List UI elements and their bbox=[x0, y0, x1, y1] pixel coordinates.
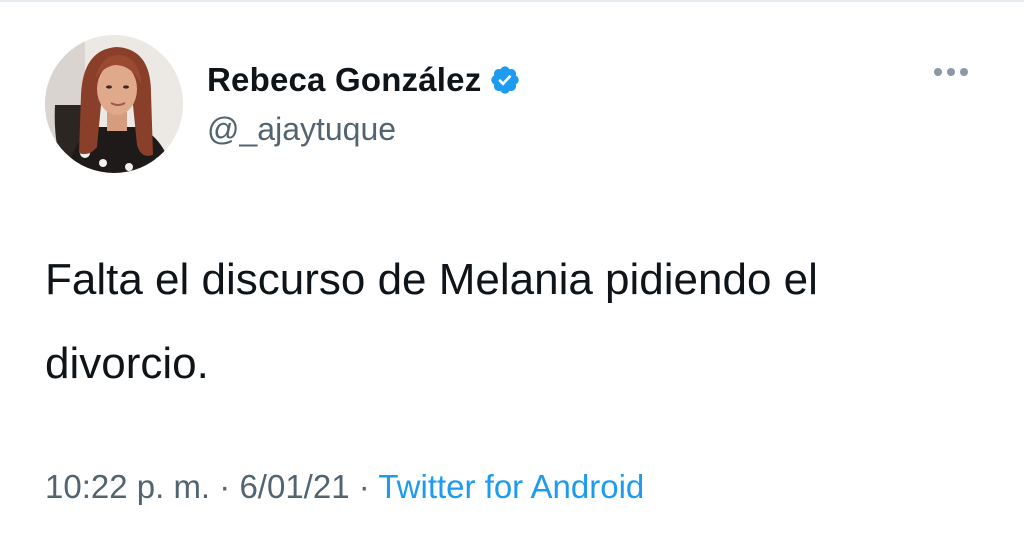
more-dot bbox=[934, 68, 942, 76]
avatar-image bbox=[45, 35, 183, 173]
more-dot bbox=[947, 68, 955, 76]
verified-badge-icon bbox=[489, 64, 521, 96]
author-display-name[interactable]: Rebeca González bbox=[207, 61, 481, 99]
tweet-source-link[interactable]: Twitter for Android bbox=[378, 468, 644, 505]
avatar[interactable] bbox=[45, 35, 183, 173]
tweet-meta: 10:22 p. m. · 6/01/21 · Twitter for Andr… bbox=[45, 468, 644, 506]
author-handle[interactable]: @_ajaytuque bbox=[207, 111, 396, 148]
tweet-card: Rebeca González @_ajaytuque Falta el dis… bbox=[0, 0, 1024, 538]
more-dot bbox=[960, 68, 968, 76]
top-divider bbox=[0, 0, 1024, 2]
tweet-time[interactable]: 10:22 p. m. bbox=[45, 468, 210, 505]
meta-separator: · bbox=[358, 468, 370, 505]
tweet-date[interactable]: 6/01/21 bbox=[239, 468, 349, 505]
meta-separator: · bbox=[219, 468, 231, 505]
author-name-row: Rebeca González bbox=[207, 58, 521, 102]
more-dots-icon[interactable] bbox=[934, 68, 968, 76]
tweet-text: Falta el discurso de Melania pidiendo el… bbox=[45, 255, 818, 388]
